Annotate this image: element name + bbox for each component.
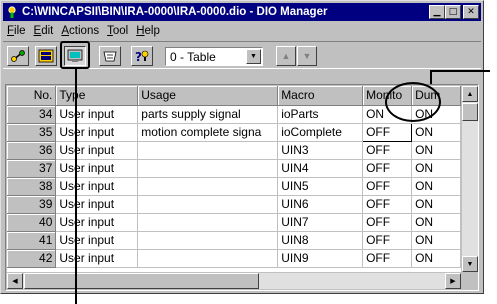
app-icon xyxy=(6,5,19,19)
cell-monitor[interactable]: OFF xyxy=(362,231,413,250)
arrow-up-icon: ▲ xyxy=(281,51,291,61)
window-title: C:\WINCAPSII\BIN\IRA-0000\IRA-0000.dio -… xyxy=(22,6,328,18)
cell-usage[interactable] xyxy=(137,249,279,268)
scroll-right-button[interactable]: ▶ xyxy=(445,273,461,289)
cell-dummy[interactable]: ON xyxy=(411,123,461,142)
row-number-cell[interactable]: 36 xyxy=(7,141,57,160)
connect-icon xyxy=(11,50,25,62)
monitor-button-callout-line xyxy=(75,69,77,304)
table-view-button[interactable] xyxy=(35,46,57,66)
view-select[interactable]: 0 - Table ▼ xyxy=(165,47,263,66)
io-setting-button[interactable] xyxy=(99,46,121,66)
arrow-down-icon: ▼ xyxy=(302,51,312,61)
cell-dummy[interactable]: ON xyxy=(411,249,461,268)
cell-usage[interactable] xyxy=(137,159,279,178)
monitor-column-callout-line-vertical xyxy=(430,70,432,84)
caption-buttons: ▁ □ ✕ xyxy=(429,5,479,19)
cell-macro[interactable]: UIN9 xyxy=(277,249,364,268)
cell-monitor[interactable]: OFF xyxy=(362,122,413,142)
cell-macro[interactable]: UIN5 xyxy=(277,177,364,196)
cell-usage[interactable] xyxy=(137,177,279,196)
cell-monitor[interactable]: OFF xyxy=(362,195,413,214)
scroll-left-button[interactable]: ◀ xyxy=(7,273,23,289)
monitor-column-callout-line-horizontal xyxy=(430,70,490,72)
monitor-button-highlight xyxy=(60,41,90,69)
cell-monitor[interactable]: OFF xyxy=(362,249,413,268)
cell-usage[interactable]: motion complete signa xyxy=(137,123,279,142)
cell-dummy[interactable]: ON xyxy=(411,177,461,196)
cell-type[interactable]: User input xyxy=(55,231,139,250)
scroll-up-button[interactable]: ▲ xyxy=(462,86,478,102)
monitor-column-highlight xyxy=(385,82,441,122)
menu-file[interactable]: File xyxy=(3,25,30,37)
cell-monitor[interactable]: OFF xyxy=(362,141,413,160)
cell-usage[interactable]: parts supply signal xyxy=(137,105,279,124)
menu-actions[interactable]: Actions xyxy=(57,25,103,37)
vertical-scroll-thumb[interactable] xyxy=(462,103,478,121)
cell-macro[interactable]: UIN4 xyxy=(277,159,364,178)
row-number-cell[interactable]: 40 xyxy=(7,213,57,232)
cell-usage[interactable] xyxy=(137,141,279,160)
cell-macro[interactable]: ioComplete xyxy=(277,123,364,142)
cell-type[interactable]: User input xyxy=(55,249,139,268)
move-up-button[interactable]: ▲ xyxy=(276,46,296,66)
svg-text:?: ? xyxy=(135,50,142,63)
cell-usage[interactable] xyxy=(137,195,279,214)
help-button[interactable]: ? xyxy=(131,46,153,66)
row-number-cell[interactable]: 39 xyxy=(7,195,57,214)
maximize-button[interactable]: □ xyxy=(445,5,461,19)
column-header-usage[interactable]: Usage xyxy=(137,86,279,106)
io-setting-icon xyxy=(103,51,117,62)
menu-tool[interactable]: Tool xyxy=(103,25,132,37)
move-down-button[interactable]: ▼ xyxy=(297,46,317,66)
close-button[interactable]: ✕ xyxy=(463,5,479,19)
view-select-value: 0 - Table xyxy=(170,49,216,64)
cell-macro[interactable]: UIN8 xyxy=(277,231,364,250)
vertical-scrollbar[interactable]: ▲ ▼ xyxy=(462,86,478,272)
cell-type[interactable]: User input xyxy=(55,159,139,178)
cell-dummy[interactable]: ON xyxy=(411,159,461,178)
cell-type[interactable]: User input xyxy=(55,195,139,214)
row-number-cell[interactable]: 37 xyxy=(7,159,57,178)
cell-macro[interactable]: ioParts xyxy=(277,105,364,124)
menu-bar: File Edit Actions Tool Help xyxy=(3,22,481,39)
row-number-cell[interactable]: 35 xyxy=(7,123,57,142)
cell-type[interactable]: User input xyxy=(55,177,139,196)
help-icon: ? xyxy=(135,50,149,63)
column-header-no[interactable]: No. xyxy=(7,86,57,106)
list-icon xyxy=(38,49,54,63)
cell-dummy[interactable]: ON xyxy=(411,141,461,160)
cell-usage[interactable] xyxy=(137,213,279,232)
cell-dummy[interactable]: ON xyxy=(411,195,461,214)
menu-edit[interactable]: Edit xyxy=(30,25,58,37)
row-number-cell[interactable]: 34 xyxy=(7,105,57,124)
cell-type[interactable]: User input xyxy=(55,213,139,232)
title-bar[interactable]: C:\WINCAPSII\BIN\IRA-0000\IRA-0000.dio -… xyxy=(3,3,481,21)
row-number-cell[interactable]: 41 xyxy=(7,231,57,250)
column-header-type[interactable]: Type xyxy=(55,86,139,106)
horizontal-scroll-thumb[interactable] xyxy=(24,273,259,289)
cell-macro[interactable]: UIN7 xyxy=(277,213,364,232)
minimize-button[interactable]: ▁ xyxy=(429,5,445,19)
cell-monitor[interactable]: OFF xyxy=(362,159,413,178)
cell-type[interactable]: User input xyxy=(55,123,139,142)
scrollbar-corner xyxy=(462,273,478,289)
column-header-macro[interactable]: Macro xyxy=(277,86,364,106)
cell-dummy[interactable]: ON xyxy=(411,213,461,232)
row-number-cell[interactable]: 38 xyxy=(7,177,57,196)
scroll-down-button[interactable]: ▼ xyxy=(462,256,478,272)
cell-macro[interactable]: UIN6 xyxy=(277,195,364,214)
cell-macro[interactable]: UIN3 xyxy=(277,141,364,160)
cell-type[interactable]: User input xyxy=(55,141,139,160)
row-number-cell[interactable]: 42 xyxy=(7,249,57,268)
cell-type[interactable]: User input xyxy=(55,105,139,124)
chevron-down-icon[interactable]: ▼ xyxy=(246,49,261,64)
connect-button[interactable] xyxy=(7,46,29,66)
cell-monitor[interactable]: OFF xyxy=(362,177,413,196)
menu-help[interactable]: Help xyxy=(132,25,164,37)
cell-usage[interactable] xyxy=(137,231,279,250)
cell-dummy[interactable]: ON xyxy=(411,231,461,250)
cell-monitor[interactable]: OFF xyxy=(362,213,413,232)
